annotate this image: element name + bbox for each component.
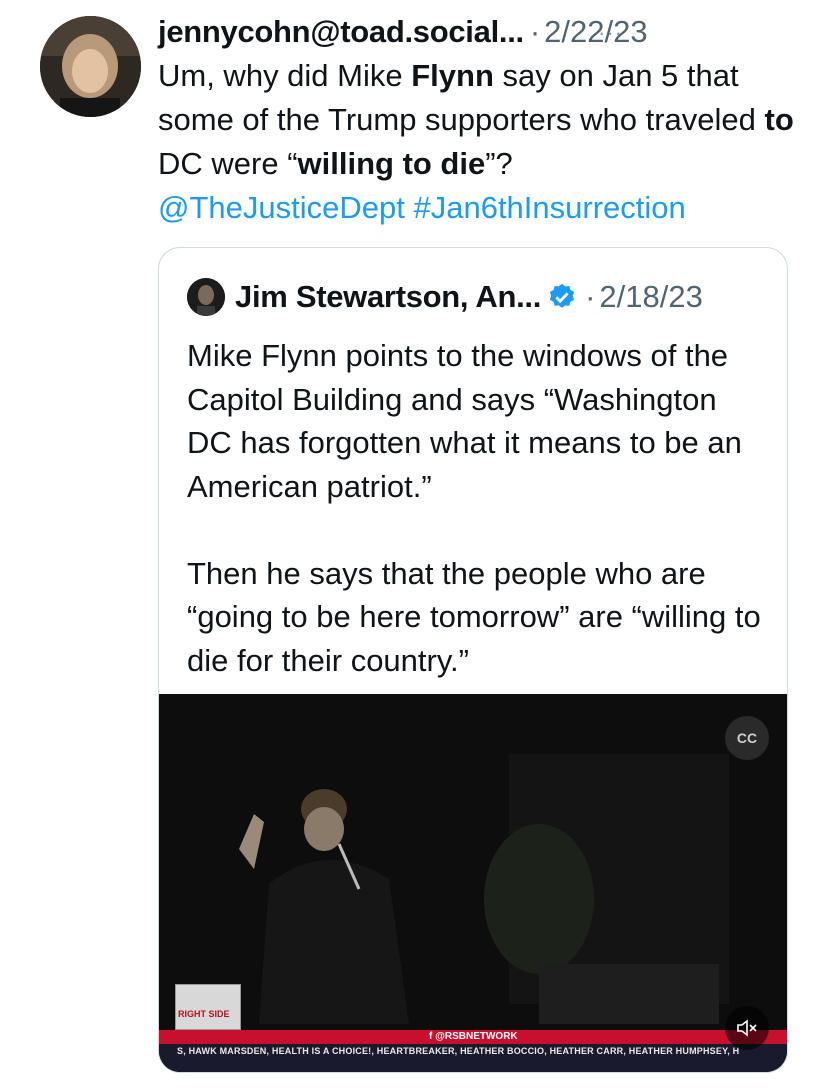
emphasized-text: to (764, 102, 794, 137)
quoted-tweet-text: Mike Flynn points to the windows of the … (187, 334, 767, 682)
ticker-text: S, HAWK MARSDEN, HEALTH IS A CHOICE!, HE… (177, 1046, 740, 1056)
tweet-date[interactable]: 2/22/23 (544, 14, 647, 50)
quoted-tweet-header: Jim Stewartson, An... · 2/18/23 (187, 278, 703, 316)
tweet-text: Um, why did Mike Flynn say on Jan 5 that… (158, 54, 798, 230)
tweet-text-segment: Um, why did Mike (158, 58, 412, 93)
mention-link[interactable]: @TheJusticeDept (158, 190, 405, 225)
quoted-author-name[interactable]: Jim Stewartson, An... (235, 279, 541, 315)
tweet-text-content: Um, why did Mike Flynn say on Jan 5 that… (158, 58, 794, 181)
closed-captions-icon[interactable]: CC (725, 716, 769, 760)
quoted-author-avatar[interactable] (187, 278, 225, 316)
muted-speaker-icon[interactable] (725, 1006, 769, 1050)
quoted-tweet-date[interactable]: 2/18/23 (599, 279, 702, 315)
author-avatar[interactable] (40, 16, 141, 117)
hashtag-link[interactable]: #Jan6thInsurrection (413, 190, 685, 225)
video-frame (159, 694, 787, 1072)
tweet-header: jennycohn@toad.social... · 2/22/23 (158, 10, 798, 54)
network-logo-text: RIGHT SIDE (178, 1009, 230, 1019)
separator: · (529, 14, 541, 49)
emphasized-text: willing to die (297, 146, 486, 181)
quoted-paragraph-1: Mike Flynn points to the windows of the … (187, 338, 742, 504)
more-options-icon[interactable]: ··· (598, 20, 623, 46)
tweet-text-segment: DC were “ (158, 146, 298, 181)
video-player[interactable]: CC RIGHT SIDE f @RSBNETWORK S, HAWK MARS… (159, 694, 787, 1072)
tweet-text-segment: ”? (485, 146, 513, 181)
author-handle[interactable]: jennycohn@toad.social... (158, 14, 524, 50)
quoted-tweet[interactable]: Jim Stewartson, An... · 2/18/23 Mike Fly… (158, 247, 788, 1073)
network-logo: RIGHT SIDE (175, 984, 241, 1030)
network-handle-text: f @RSBNETWORK (429, 1031, 518, 1042)
emphasized-text: Flynn (411, 58, 494, 93)
verified-badge-icon (549, 283, 575, 308)
tweet: jennycohn@toad.social... · 2/22/23 Um, w… (158, 10, 798, 230)
separator: · (585, 279, 596, 314)
quoted-paragraph-2: Then he says that the people who are “go… (187, 555, 761, 678)
